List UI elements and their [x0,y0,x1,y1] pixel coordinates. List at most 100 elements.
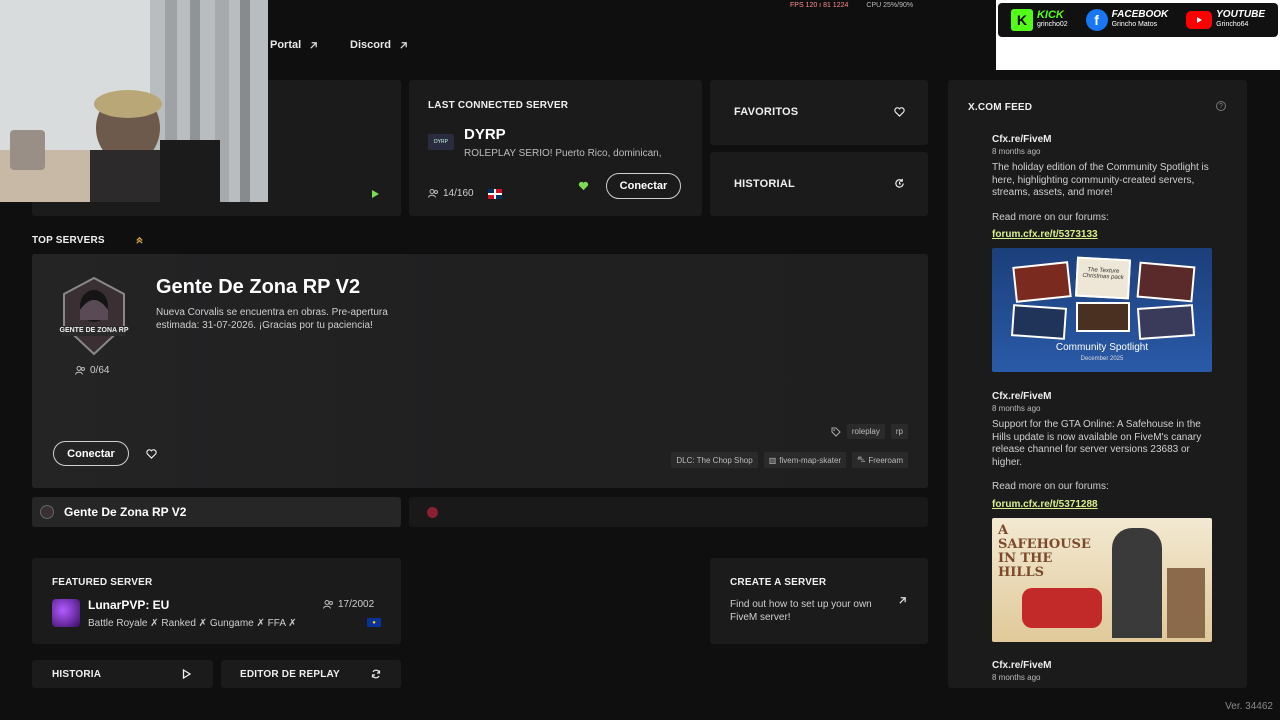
post-link[interactable]: forum.cfx.re/t/5371288 [992,499,1098,510]
post-image-caption: A SAFEHOUSE IN THE HILLS [998,522,1091,580]
perf-overlay: FPS 120 ı 81 1224 CPU 25%/90% [790,2,913,9]
post-time: 8 months ago [992,147,1041,156]
feed-post: Cfx.re/FiveM 8 months ago Support for th… [992,391,1217,642]
car-icon: ⛍ [857,455,866,464]
youtube-handle: Grincho64 [1216,21,1249,28]
last-connected-panel: LAST CONNECTED SERVER DYRP DYRP ROLEPLAY… [409,80,702,216]
post-image-sub: December 2025 [1080,356,1124,362]
post-read-more: Read more on our forums: [992,211,1109,223]
post-body: Support for the GTA Online: A Safehouse … [992,419,1202,468]
server-mini-logo-icon [40,505,54,519]
featured-server-panel[interactable]: FEATURED SERVER LunarPVP: EU Battle Roya… [32,558,401,644]
historia-label: HISTORIA [52,669,102,680]
favorite-heart-icon[interactable] [578,181,589,191]
featured-server-players: 17/2002 [323,599,374,610]
kick-name: KICK [1036,9,1064,21]
create-server-panel[interactable]: CREATE A SERVER Find out how to set up y… [710,558,928,644]
facebook-icon: f [1085,9,1108,31]
chevrons-up-icon[interactable] [135,236,144,245]
post-body: The holiday edition of the Community Spo… [992,162,1209,198]
heart-icon[interactable] [146,449,157,459]
post-author: Cfx.re/FiveM [992,660,1052,671]
kick-badge: K KICK grincho02 [1010,9,1068,31]
connect-button[interactable]: Conectar [606,173,681,199]
player-count-text: 14/160 [443,188,474,199]
external-link-icon [399,41,408,50]
facebook-handle: Grincho Matos [1111,21,1158,28]
create-server-text: Find out how to set up your own FiveM se… [730,599,872,623]
kick-icon: K [1010,9,1033,31]
webcam-overlay [0,0,268,202]
top-server-tags: roleplay rp [831,424,908,439]
create-server-heading: CREATE A SERVER [730,577,827,588]
youtube-badge: YOUTUBE Grincho64 [1186,10,1265,30]
top-server-description: Nueva Corvalis se encuentra en obras. Pr… [156,307,388,331]
server-mini-logo-icon [427,507,438,518]
top-server-players: 0/64 [75,365,109,376]
server-tab-other[interactable] [409,497,928,527]
post-image[interactable]: A SAFEHOUSE IN THE HILLS [992,517,1212,642]
server-tab-selected[interactable]: Gente De Zona RP V2 [32,497,401,527]
resource-freeroam-label: Freeroam [868,455,903,465]
featured-server-players-text: 17/2002 [338,599,375,610]
player-count: 14/160 [428,188,502,199]
help-icon[interactable]: ? [1216,101,1226,111]
resource-chop-shop: DLC: The Chop Shop [671,452,758,468]
post-read-more: Read more on our forums: [992,481,1109,492]
historia-button[interactable]: HISTORIA [32,660,213,688]
tag-roleplay: roleplay [846,424,885,439]
featured-server-name: LunarPVP: EU [88,598,170,612]
featured-server-logo [52,599,80,627]
favoritos-label: FAVORITOS [734,106,799,118]
server-description: ROLEPLAY SERIO! Puerto Rico, dominican, [464,148,662,159]
refresh-icon [371,669,381,679]
top-server-connect-button[interactable]: Conectar [53,441,129,466]
post-time: 8 months ago [992,673,1041,682]
featured-server-tags: Battle Royale ✗ Ranked ✗ Gungame ✗ FFA ✗ [88,618,297,629]
top-server-card[interactable]: GENTE DE ZONA RP 0/64 Gente De Zona RP V… [32,254,928,488]
resource-map-skater: ▥ fivem-map-skater [763,452,847,468]
top-servers-heading: TOP SERVERS [32,235,105,246]
youtube-name: YOUTUBE [1216,9,1266,20]
discord-link[interactable]: Discord [350,39,408,51]
resource-map-skater-label: fivem-map-skater [779,455,842,465]
portal-link[interactable]: Portal [270,39,318,51]
external-link-icon [898,596,907,605]
top-server-logo-text: GENTE DE ZONA RP [59,327,129,334]
top-servers-header: TOP SERVERS [32,235,144,246]
server-tab-label: Gente De Zona RP V2 [64,505,187,519]
favoritos-panel[interactable]: FAVORITOS [710,80,928,145]
tag-rp: rp [890,424,908,439]
post-author: Cfx.re/FiveM [992,134,1052,145]
feed-post: Cfx.re/FiveM 8 months ago The holiday ed… [992,134,1217,372]
history-icon [894,178,905,189]
top-server-resources: DLC: The Chop Shop ▥ fivem-map-skater ⛍ Fr… [671,452,908,468]
heart-icon [894,107,905,117]
dominican-flag-icon [487,188,502,199]
portal-label: Portal [270,39,302,51]
post-image[interactable]: The Texture Christmas pack Community Spo… [992,248,1212,372]
historial-panel[interactable]: HISTORIAL [710,152,928,216]
cpu-readout: CPU 25%/90% [866,2,914,9]
post-image-title: The Texture Christmas pack [1082,267,1124,282]
xcom-feed-panel: X.COM FEED ? Cfx.re/FiveM 8 months ago T… [948,80,1247,688]
top-server-name: Gente De Zona RP V2 [156,276,361,298]
play-outline-icon [182,669,191,679]
last-connected-heading: LAST CONNECTED SERVER [428,100,569,111]
users-icon [323,600,334,609]
post-image-caption: Community Spotlight [1055,342,1149,353]
server-name: DYRP [464,126,506,143]
post-link[interactable]: forum.cfx.re/t/5373133 [992,229,1098,240]
resource-freeroam: ⛍ Freeroam [852,452,908,468]
users-icon [75,366,86,375]
post-time: 8 months ago [992,404,1041,413]
fps-readout: FPS 120 ı 81 1224 [790,2,849,9]
top-server-players-text: 0/64 [90,365,110,376]
discord-label: Discord [350,39,391,51]
kick-handle: grincho02 [1036,21,1068,28]
tag-icon [831,427,841,437]
social-banner: K KICK grincho02 f FACEBOOK Grincho Mato… [996,0,1280,70]
editor-replay-button[interactable]: EDITOR DE REPLAY [221,660,401,688]
resource-chop-shop-label: DLC: The Chop Shop [676,455,753,465]
play-icon[interactable] [370,189,380,199]
